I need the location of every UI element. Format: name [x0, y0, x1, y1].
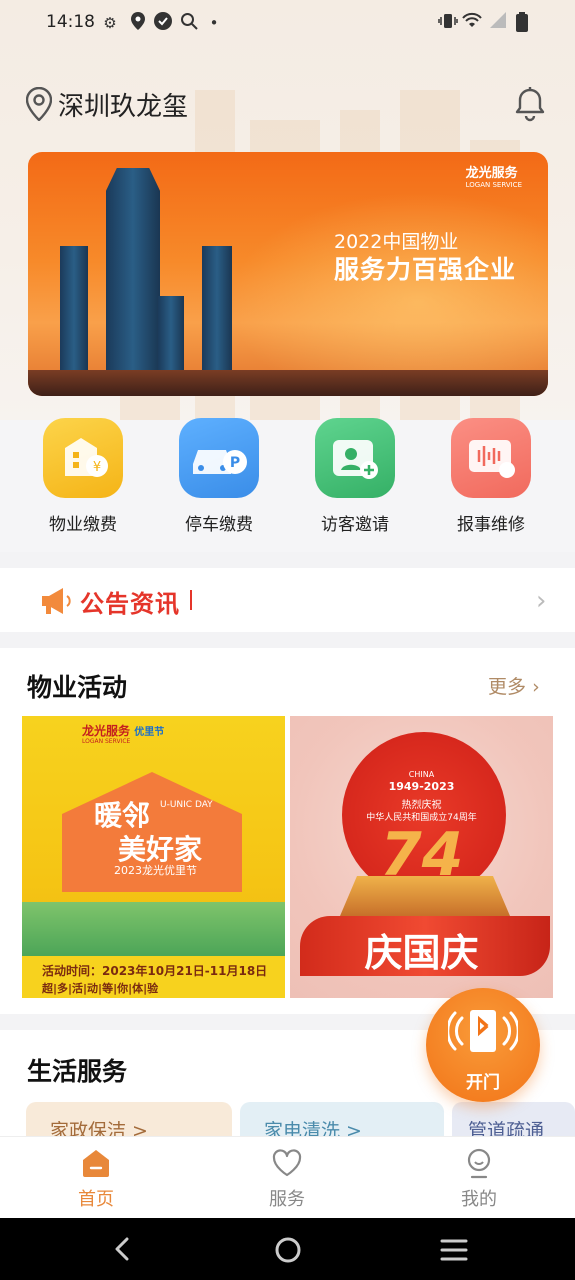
activities-title: 物业活动	[27, 673, 128, 702]
location-name: 深圳玖龙玺	[58, 91, 189, 122]
check-icon	[153, 12, 173, 34]
heart-icon	[272, 1149, 302, 1177]
signal-icon	[488, 12, 508, 34]
services-title: 生活服务	[27, 1057, 128, 1086]
home-circle-icon[interactable]	[274, 1236, 302, 1264]
section-divider	[0, 632, 575, 648]
wifi-icon	[462, 12, 482, 34]
announcement-title: 公告资讯	[80, 590, 180, 618]
svg-text:P: P	[230, 455, 240, 471]
status-time: 14:18	[46, 12, 95, 32]
quick-action-property-fee[interactable]: ¥ 物业缴费	[33, 418, 133, 535]
tab-services[interactable]: 服务	[237, 1147, 337, 1211]
property-fee-icon: ¥	[43, 418, 123, 498]
open-door-button[interactable]: 开门	[426, 988, 540, 1102]
announcement-bar[interactable]: 公告资讯 ›	[0, 568, 575, 632]
vibrate-icon	[438, 12, 458, 34]
recent-apps-icon[interactable]	[440, 1238, 468, 1262]
tab-home[interactable]: 首页	[46, 1147, 146, 1211]
back-icon[interactable]	[110, 1236, 134, 1262]
banner-brand-logo: 龙光服务 LOGAN SERVICE	[465, 166, 522, 189]
activity-brand: 龙光服务 优里节	[82, 724, 165, 738]
location-icon	[128, 12, 148, 34]
section-divider	[0, 552, 575, 568]
tiananmen-graphic	[340, 876, 510, 916]
user-icon	[467, 1148, 491, 1179]
activity-card-national-day[interactable]: CHINA 1949-2023 热烈庆祝 中华人民共和国成立74周年 74 庆国…	[290, 716, 553, 998]
location-selector[interactable]: 深圳玖龙玺	[26, 84, 188, 124]
dot-icon: •	[209, 14, 219, 32]
skyscraper-graphic	[106, 168, 160, 396]
quick-action-parking-fee[interactable]: P 停车缴费	[169, 418, 269, 535]
status-bar: 14:18 ⚙ •	[0, 0, 575, 48]
park-illustration	[22, 902, 285, 958]
quick-action-repair-report[interactable]: 报事维修	[441, 418, 541, 535]
banner-line2: 服务力百强企业	[334, 255, 517, 284]
tab-profile[interactable]: 我的	[429, 1147, 529, 1211]
megaphone-icon	[42, 588, 71, 614]
parking-fee-icon: P	[179, 418, 259, 498]
bottom-tab-bar: 首页 服务 我的	[0, 1136, 575, 1218]
battery-icon	[512, 12, 532, 34]
location-pin-icon	[26, 87, 52, 121]
open-door-label: 开门	[466, 1073, 500, 1093]
quick-action-visitor-invite[interactable]: 访客邀请	[305, 418, 405, 535]
chevron-right-icon: ›	[532, 676, 540, 698]
gear-icon: ⚙	[103, 14, 117, 32]
system-navigation-bar	[0, 1218, 575, 1280]
activity-card-unic-day[interactable]: 龙光服务 优里节 LOGAN SERVICE 暖邻 U-UNIC DAY 美好家…	[22, 716, 285, 998]
promo-banner[interactable]: 龙光服务 LOGAN SERVICE 2022中国物业 服务力百强企业	[28, 152, 548, 396]
home-icon	[83, 1150, 109, 1177]
city-skyline-graphic	[28, 370, 548, 396]
svg-text:¥: ¥	[93, 460, 101, 475]
notification-bell-icon[interactable]	[512, 86, 548, 122]
repair-report-icon	[451, 418, 531, 498]
activities-more-link[interactable]: 更多 ›	[488, 672, 540, 699]
bluetooth-door-icon	[448, 1010, 518, 1052]
visitor-invite-icon	[315, 418, 395, 498]
chevron-right-icon: ›	[536, 586, 547, 616]
search-icon	[179, 12, 199, 34]
